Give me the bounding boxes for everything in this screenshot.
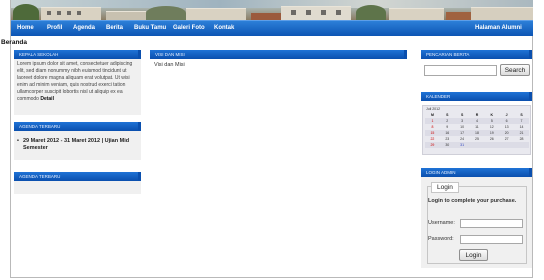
search-input[interactable] (424, 65, 497, 76)
username-label: Username: (428, 220, 455, 226)
detail-link[interactable]: Detail (40, 96, 54, 102)
nav-kontak[interactable]: Kontak (214, 25, 234, 31)
agenda-header: AGENDA TERBARU (14, 122, 141, 131)
visi-misi-text: Visi dan Misi (154, 62, 185, 68)
calendar: Juli 2012 M S S R K J S 1 2 3 4 5 6 7 8 … (422, 105, 531, 155)
calendar-month: Juli 2012 (426, 107, 441, 111)
kalender-header: KALENDER (421, 92, 532, 101)
nav-galeri-foto[interactable]: Galeri Foto (173, 25, 205, 31)
nav-profil[interactable]: Profil (47, 25, 62, 31)
login-admin-header: LOGIN ADMIN (421, 168, 532, 177)
agenda-item[interactable]: • 29 Maret 2012 - 31 Maret 2012 | Ujian … (17, 138, 141, 152)
main-nav: Home Profil Agenda Berita Buku Tamu Gale… (11, 20, 533, 36)
calendar-day (484, 142, 500, 148)
calendar-day (499, 142, 515, 148)
nav-halaman-alumni[interactable]: Halaman Alumni (475, 25, 522, 31)
kepala-sekolah-header: KEPALA SEKOLAH (14, 50, 141, 59)
nav-home[interactable]: Home (17, 25, 34, 31)
search-button[interactable]: Search (500, 64, 530, 76)
kepala-sekolah-text: Lorem ipsum dolor sit amet, consectetuer… (17, 61, 133, 102)
agenda-terbaru-header-2: AGENDA TERBARU (14, 172, 141, 181)
login-button[interactable]: Login (459, 249, 488, 261)
pencarian-header: PENCARIAN BERITA (421, 50, 532, 59)
calendar-day (514, 142, 529, 148)
nav-buku-tamu[interactable]: Buku Tamu (134, 25, 166, 31)
breadcrumb: Beranda (1, 39, 28, 46)
visi-misi-header: VISI DAN MISI (150, 50, 407, 59)
password-field[interactable] (460, 235, 523, 244)
calendar-day[interactable]: 29 (425, 142, 440, 148)
login-message: Login to complete your purchase. (428, 198, 517, 204)
username-field[interactable] (460, 219, 523, 228)
bullet-icon: • (17, 138, 19, 144)
nav-berita[interactable]: Berita (106, 25, 123, 31)
calendar-grid: M S S R K J S 1 2 3 4 5 6 7 8 9 10 11 12… (425, 112, 529, 148)
password-label: Password: (428, 236, 454, 242)
nav-agenda[interactable]: Agenda (73, 25, 95, 31)
header-banner (11, 0, 533, 20)
login-legend: Login (431, 182, 459, 193)
calendar-day-today[interactable]: 31 (454, 142, 470, 148)
agenda-panel-2 (14, 181, 141, 194)
calendar-day (469, 142, 485, 148)
calendar-day[interactable]: 30 (439, 142, 455, 148)
